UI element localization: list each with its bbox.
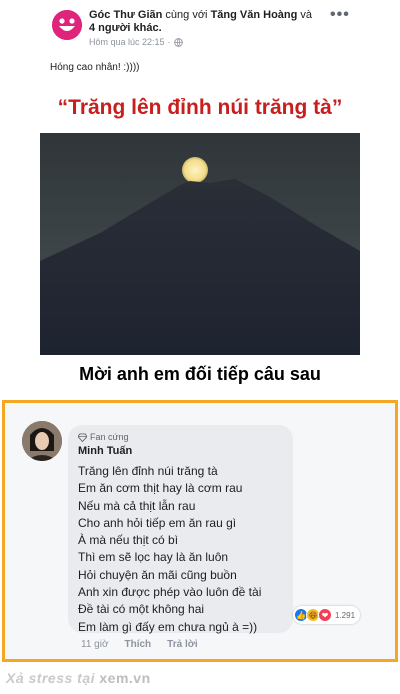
reply-button[interactable]: Trả lời	[167, 639, 197, 650]
meme-image[interactable]: “Trăng lên đỉnh núi trăng tà” Mời anh em…	[40, 90, 360, 390]
love-reaction-icon: ❤	[318, 608, 332, 622]
comment-line: Nếu mà cả thịt lẫn rau	[78, 498, 196, 513]
comment-line: Em ăn cơm thịt hay là cơm rau	[78, 481, 243, 496]
globe-icon	[173, 37, 183, 47]
post-author-line: Góc Thư Giãn cùng với Tăng Văn Hoàng và …	[89, 9, 321, 35]
comment-line: À mà nếu thịt có bì	[78, 533, 179, 548]
comment-time: 11 giờ	[81, 639, 109, 650]
more-options-icon[interactable]: •••	[330, 6, 350, 24]
meme-title: “Trăng lên đỉnh núi trăng tà”	[57, 96, 343, 119]
with-word: cùng với	[165, 9, 208, 21]
smiley-logo-icon	[52, 10, 82, 40]
others-link[interactable]: 4 người khác.	[89, 22, 162, 34]
comment-text: Trăng lên đỉnh núi trăng tà Em ăn cơm th…	[78, 463, 283, 636]
reaction-summary[interactable]: 👍 😆 ❤ 1.291	[293, 606, 361, 624]
page-avatar[interactable]	[52, 10, 82, 40]
post-timestamp[interactable]: Hôm qua lúc 22:15	[89, 37, 165, 47]
comment-line: Anh xin được phép vào luôn đề tài	[78, 585, 262, 600]
post-header: Góc Thư Giãn cùng với Tăng Văn Hoàng và …	[0, 0, 400, 56]
comment-actions: 11 giờ Thích Trả lời	[81, 639, 214, 650]
commenter-avatar[interactable]	[22, 421, 62, 461]
comment-line: Hỏi chuyện ăn mãi cũng buồn	[78, 567, 237, 582]
diamond-icon	[78, 432, 87, 442]
mountain-moon-photo	[40, 133, 360, 355]
comment-line: Đề tài có một không hai	[78, 602, 205, 617]
tagged-person-link[interactable]: Tăng Văn Hoàng	[211, 9, 298, 21]
watermark-brand: xem.vn	[99, 670, 151, 686]
comment-line: Em làm gì đấy em chưa ngủ à =))	[78, 619, 258, 634]
meme-bottom-text: Mời anh em đối tiếp câu sau	[79, 364, 321, 384]
reaction-count: 1.291	[335, 610, 356, 620]
fan-badge-label: Fan cứng	[90, 432, 129, 442]
post-author-link[interactable]: Góc Thư Giãn	[89, 9, 162, 21]
post-meta: Hôm qua lúc 22:15 ·	[89, 37, 183, 47]
meta-separator: ·	[167, 37, 171, 47]
watermark-prefix: Xả stress tại	[6, 670, 95, 686]
comment-bubble: Fan cứng Minh Tuấn Trăng lên đỉnh núi tr…	[68, 425, 293, 636]
and-word: và	[300, 9, 313, 21]
comment-line: Thì em sẽ lọc hay là ăn luôn	[78, 550, 229, 565]
like-button[interactable]: Thích	[125, 639, 152, 650]
comment-line: Trăng lên đỉnh núi trăng tà	[78, 464, 218, 478]
fan-badge: Fan cứng	[78, 431, 283, 443]
watermark: Xả stress tại xem.vn	[6, 670, 151, 686]
comment-highlight-frame: Fan cứng Minh Tuấn Trăng lên đỉnh núi tr…	[2, 400, 398, 662]
comment-line: Cho anh hỏi tiếp em ăn rau gì	[78, 515, 237, 530]
post-caption: Hóng cao nhân! :))))	[50, 62, 140, 73]
person-photo-icon	[22, 421, 62, 461]
comment-author[interactable]: Minh Tuấn	[78, 445, 283, 459]
